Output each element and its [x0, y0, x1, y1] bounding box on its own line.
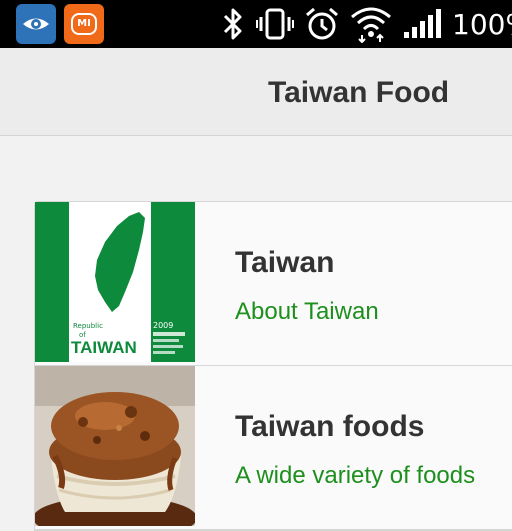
- mi-icon-label: MI: [71, 13, 97, 35]
- app-title: Taiwan Food: [268, 76, 450, 109]
- battery-percent: 100%: [452, 7, 512, 41]
- list-item-subtitle: About Taiwan: [235, 298, 379, 325]
- status-bar: MI 100: [0, 0, 512, 48]
- flag-year: 2009: [153, 321, 173, 330]
- notification-icons: MI: [16, 4, 104, 44]
- flag-text-taiwan: TAIWAN: [71, 338, 137, 357]
- list-item-subtitle: A wide variety of foods: [235, 462, 476, 489]
- category-list: Republic of TAIWAN 2009 Taiwan About Tai…: [34, 201, 512, 531]
- list-item-taiwan-foods[interactable]: Taiwan foods A wide variety of foods: [35, 366, 512, 530]
- system-icons: 100%: [220, 0, 512, 48]
- action-bar: Taiwan Food: [0, 48, 512, 136]
- list-item-title: Taiwan foods: [235, 410, 425, 443]
- vibrate-icon: [256, 7, 294, 41]
- bluetooth-icon: [220, 7, 246, 41]
- food-photo-thumbnail: [35, 366, 195, 526]
- list-item-title: Taiwan: [235, 246, 335, 279]
- eye-icon: [16, 4, 56, 44]
- list-item-taiwan[interactable]: Republic of TAIWAN 2009 Taiwan About Tai…: [35, 202, 512, 366]
- alarm-icon: [304, 6, 340, 42]
- flag-text-republic: Republic: [73, 322, 103, 330]
- mi-icon: MI: [64, 4, 104, 44]
- wifi-icon: [350, 5, 392, 43]
- taiwan-flag-thumbnail: Republic of TAIWAN 2009: [35, 202, 195, 362]
- signal-icon: [402, 8, 442, 40]
